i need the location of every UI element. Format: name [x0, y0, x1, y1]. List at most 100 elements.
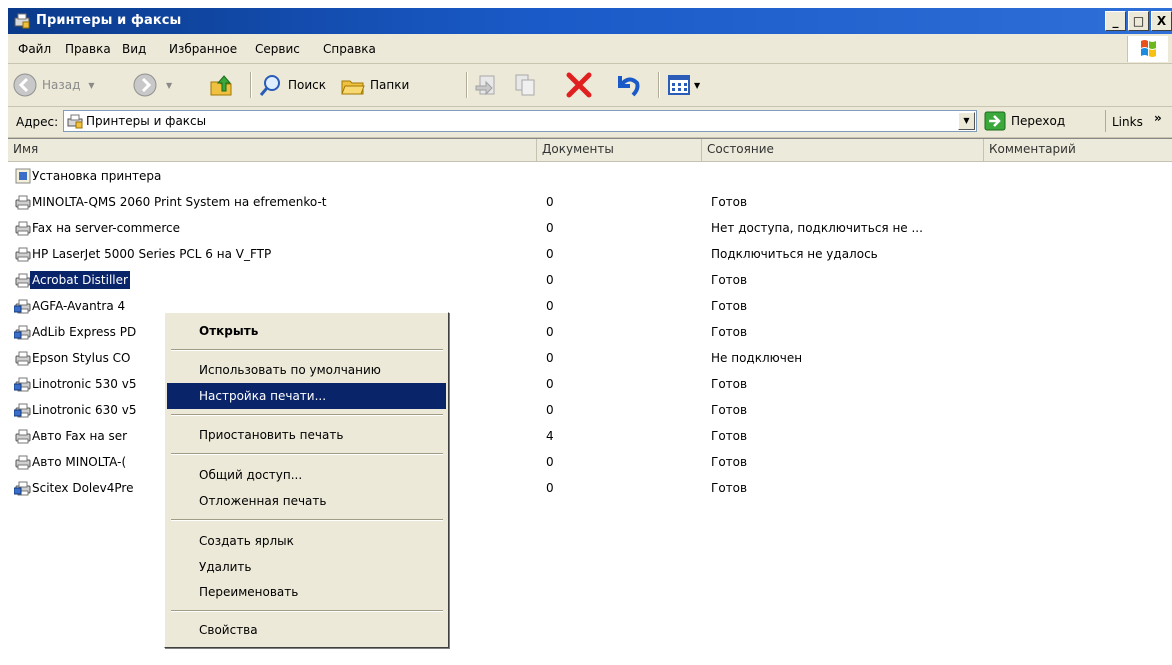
item-status: Готов: [711, 325, 748, 339]
menu-view[interactable]: Вид: [122, 42, 146, 56]
search-icon: [259, 75, 280, 96]
toolbar: Назад ▼ ▼ Поиск Папки ▼: [8, 64, 1172, 107]
address-bar: Адрес: Принтеры и факсы ▼ Переход Links …: [8, 107, 1172, 138]
printer-icon: [14, 481, 31, 496]
menu-item-set-default[interactable]: Использовать по умолчанию: [167, 357, 446, 383]
forward-button[interactable]: ▼: [132, 70, 172, 100]
back-dropdown-icon[interactable]: ▼: [88, 81, 94, 90]
go-button[interactable]: Переход: [984, 110, 1065, 132]
item-status: Готов: [711, 195, 748, 209]
up-folder-button[interactable]: [208, 70, 234, 100]
folders-button[interactable]: Папки: [340, 70, 409, 100]
item-status: Готов: [711, 403, 748, 417]
links-chevron-icon[interactable]: »: [1154, 111, 1162, 125]
menu-item-open[interactable]: Открыть: [167, 318, 446, 344]
item-status: Готов: [711, 377, 748, 391]
column-name[interactable]: Имя: [8, 139, 537, 161]
title-bar[interactable]: Принтеры и факсы _ □ X: [8, 8, 1172, 34]
item-name: Linotronic 530 v5: [32, 377, 137, 391]
item-documents: 0: [546, 273, 554, 287]
item-documents: 0: [546, 377, 554, 391]
links-button[interactable]: Links: [1112, 115, 1143, 129]
item-name: HP LaserJet 5000 Series PCL 6 на V_FTP: [32, 247, 272, 261]
item-status: Готов: [711, 273, 748, 287]
address-field[interactable]: Принтеры и факсы ▼: [63, 110, 977, 132]
item-name: Авто Fax на ser: [32, 429, 128, 443]
context-menu: Открыть Использовать по умолчанию Настро…: [164, 312, 449, 648]
views-icon: [668, 75, 690, 95]
item-documents: 0: [546, 481, 554, 495]
fax-icon: [15, 221, 31, 236]
list-item[interactable]: HP LaserJet 5000 Series PCL 6 на V_FTP 0 П…: [8, 242, 1172, 268]
windows-logo-icon: [1127, 36, 1168, 62]
back-label: Назад: [42, 78, 81, 92]
printer-icon: [15, 455, 31, 470]
menu-item-delete[interactable]: Удалить: [167, 554, 446, 580]
column-comment[interactable]: Комментарий: [984, 139, 1172, 161]
printer-icon: [15, 195, 31, 210]
item-documents: 0: [546, 455, 554, 469]
item-status: Подключиться не удалось: [711, 247, 878, 261]
up-folder-icon: [210, 75, 232, 96]
address-dropdown-button[interactable]: ▼: [958, 112, 975, 130]
fax-icon: [15, 429, 31, 444]
item-name: AGFA-Avantra 4: [32, 299, 126, 313]
item-documents: 0: [546, 351, 554, 365]
menu-tools[interactable]: Сервис: [255, 42, 300, 56]
add-printer-icon: [15, 168, 31, 184]
forward-dropdown-icon[interactable]: ▼: [166, 81, 172, 90]
printer-icon: [15, 351, 31, 366]
go-label: Переход: [1011, 114, 1066, 128]
undo-button[interactable]: [612, 70, 642, 100]
forward-arrow-icon: [133, 73, 157, 97]
menu-item-rename[interactable]: Переименовать: [167, 579, 446, 605]
close-button[interactable]: X: [1151, 11, 1172, 31]
item-name: Scitex Dolev4Pre: [32, 481, 134, 495]
item-documents: 0: [546, 247, 554, 261]
item-status: Готов: [711, 481, 748, 495]
printer-icon: [14, 377, 31, 392]
item-status: Не подключен: [711, 351, 803, 365]
search-button[interactable]: Поиск: [258, 70, 326, 100]
item-name: Авто MINOLTA-(: [32, 455, 127, 469]
views-dropdown-icon[interactable]: ▼: [694, 81, 700, 90]
printers-folder-icon: [67, 114, 83, 129]
item-status: Нет доступа, подключиться не ...: [711, 221, 923, 235]
list-item[interactable]: Acrobat Distiller 0 Готов: [8, 268, 1172, 294]
copy-to-button[interactable]: [512, 70, 538, 100]
column-status[interactable]: Состояние: [702, 139, 984, 161]
menu-file[interactable]: Файл: [18, 42, 51, 56]
menu-item-sharing[interactable]: Общий доступ...: [167, 462, 446, 488]
menu-edit[interactable]: Правка: [65, 42, 111, 56]
list-item[interactable]: Fax на server-commerce 0 Нет доступа, подк…: [8, 216, 1172, 242]
item-documents: 0: [546, 403, 554, 417]
item-documents: 0: [546, 299, 554, 313]
item-documents: 0: [546, 195, 554, 209]
copy-to-icon: [515, 74, 535, 96]
delete-button[interactable]: [564, 70, 594, 100]
item-documents: 0: [546, 325, 554, 339]
maximize-button[interactable]: □: [1128, 11, 1149, 31]
menu-item-create-shortcut[interactable]: Создать ярлык: [167, 528, 446, 554]
menu-item-pause-printing[interactable]: Приостановить печать: [167, 422, 446, 448]
column-documents[interactable]: Документы: [537, 139, 702, 161]
search-label: Поиск: [288, 78, 327, 92]
delete-x-icon: [566, 72, 592, 98]
minimize-button[interactable]: _: [1105, 11, 1126, 31]
printer-icon: [14, 403, 31, 418]
item-status: Готов: [711, 429, 748, 443]
views-button[interactable]: ▼: [666, 70, 700, 100]
printers-folder-icon: [14, 13, 30, 29]
move-to-button[interactable]: [474, 70, 500, 100]
list-item[interactable]: Установка принтера: [8, 164, 1172, 190]
menu-item-use-offline[interactable]: Отложенная печать: [167, 488, 446, 514]
menu-help[interactable]: Справка: [323, 42, 376, 56]
item-status: Готов: [711, 299, 748, 313]
back-button[interactable]: Назад ▼: [12, 70, 95, 100]
menu-item-print-preferences[interactable]: Настройка печати...: [167, 383, 446, 409]
column-header: Имя Документы Состояние Комментарий: [8, 139, 1172, 162]
printer-icon: [14, 325, 31, 340]
menu-favorites[interactable]: Избранное: [169, 42, 237, 56]
list-item[interactable]: MINOLTA-QMS 2060 Print System на efremen…: [8, 190, 1172, 216]
menu-item-properties[interactable]: Свойства: [167, 617, 446, 643]
